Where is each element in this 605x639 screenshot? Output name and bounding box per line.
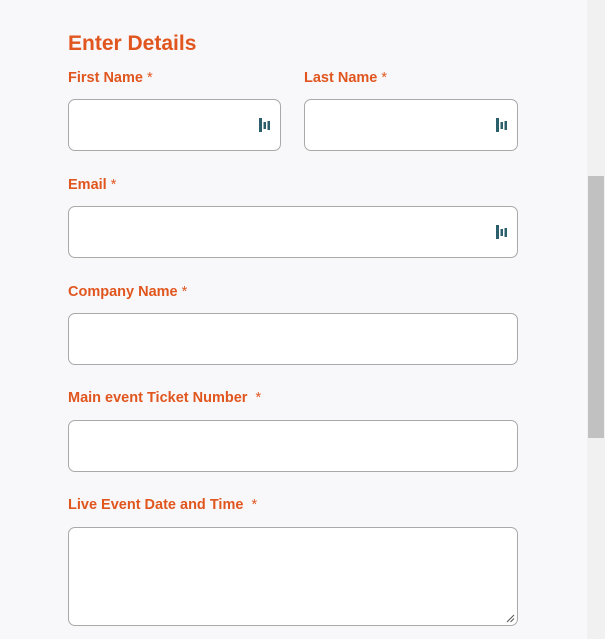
autofill-icon[interactable]: [496, 224, 508, 240]
required-asterisk: *: [381, 70, 388, 86]
autofill-icon[interactable]: [259, 117, 271, 133]
required-asterisk: *: [255, 390, 262, 406]
last-name-field[interactable]: [304, 99, 518, 151]
company-name-input[interactable]: [69, 314, 517, 364]
required-asterisk: *: [181, 284, 188, 300]
required-asterisk: *: [146, 70, 153, 86]
ticket-number-input[interactable]: [69, 421, 517, 471]
email-field[interactable]: [68, 206, 518, 258]
ticket-number-label-text: Main event Ticket Number: [68, 390, 248, 406]
event-datetime-label: Live Event Date and Time *: [68, 497, 257, 513]
scrollbar-thumb[interactable]: [588, 176, 604, 438]
email-label: Email *: [68, 177, 116, 193]
event-datetime-textarea[interactable]: [69, 528, 517, 625]
event-datetime-field[interactable]: [68, 527, 518, 626]
company-name-field[interactable]: [68, 313, 518, 365]
last-name-label: Last Name *: [304, 70, 387, 86]
ticket-number-label: Main event Ticket Number *: [68, 390, 261, 406]
email-label-text: Email: [68, 177, 107, 193]
event-datetime-label-text: Live Event Date and Time: [68, 497, 244, 513]
last-name-label-text: Last Name: [304, 70, 378, 86]
autofill-icon[interactable]: [496, 117, 508, 133]
first-name-label: First Name *: [68, 70, 153, 86]
company-name-label: Company Name *: [68, 284, 187, 300]
textarea-resize-icon[interactable]: [505, 613, 515, 623]
required-asterisk: *: [251, 497, 258, 513]
email-input[interactable]: [69, 207, 517, 257]
last-name-input[interactable]: [305, 100, 517, 150]
company-name-label-text: Company Name: [68, 284, 178, 300]
ticket-number-field[interactable]: [68, 420, 518, 472]
first-name-field[interactable]: [68, 99, 281, 151]
first-name-label-text: First Name: [68, 70, 143, 86]
form-heading: Enter Details: [68, 32, 197, 55]
required-asterisk: *: [110, 177, 117, 193]
first-name-input[interactable]: [69, 100, 280, 150]
